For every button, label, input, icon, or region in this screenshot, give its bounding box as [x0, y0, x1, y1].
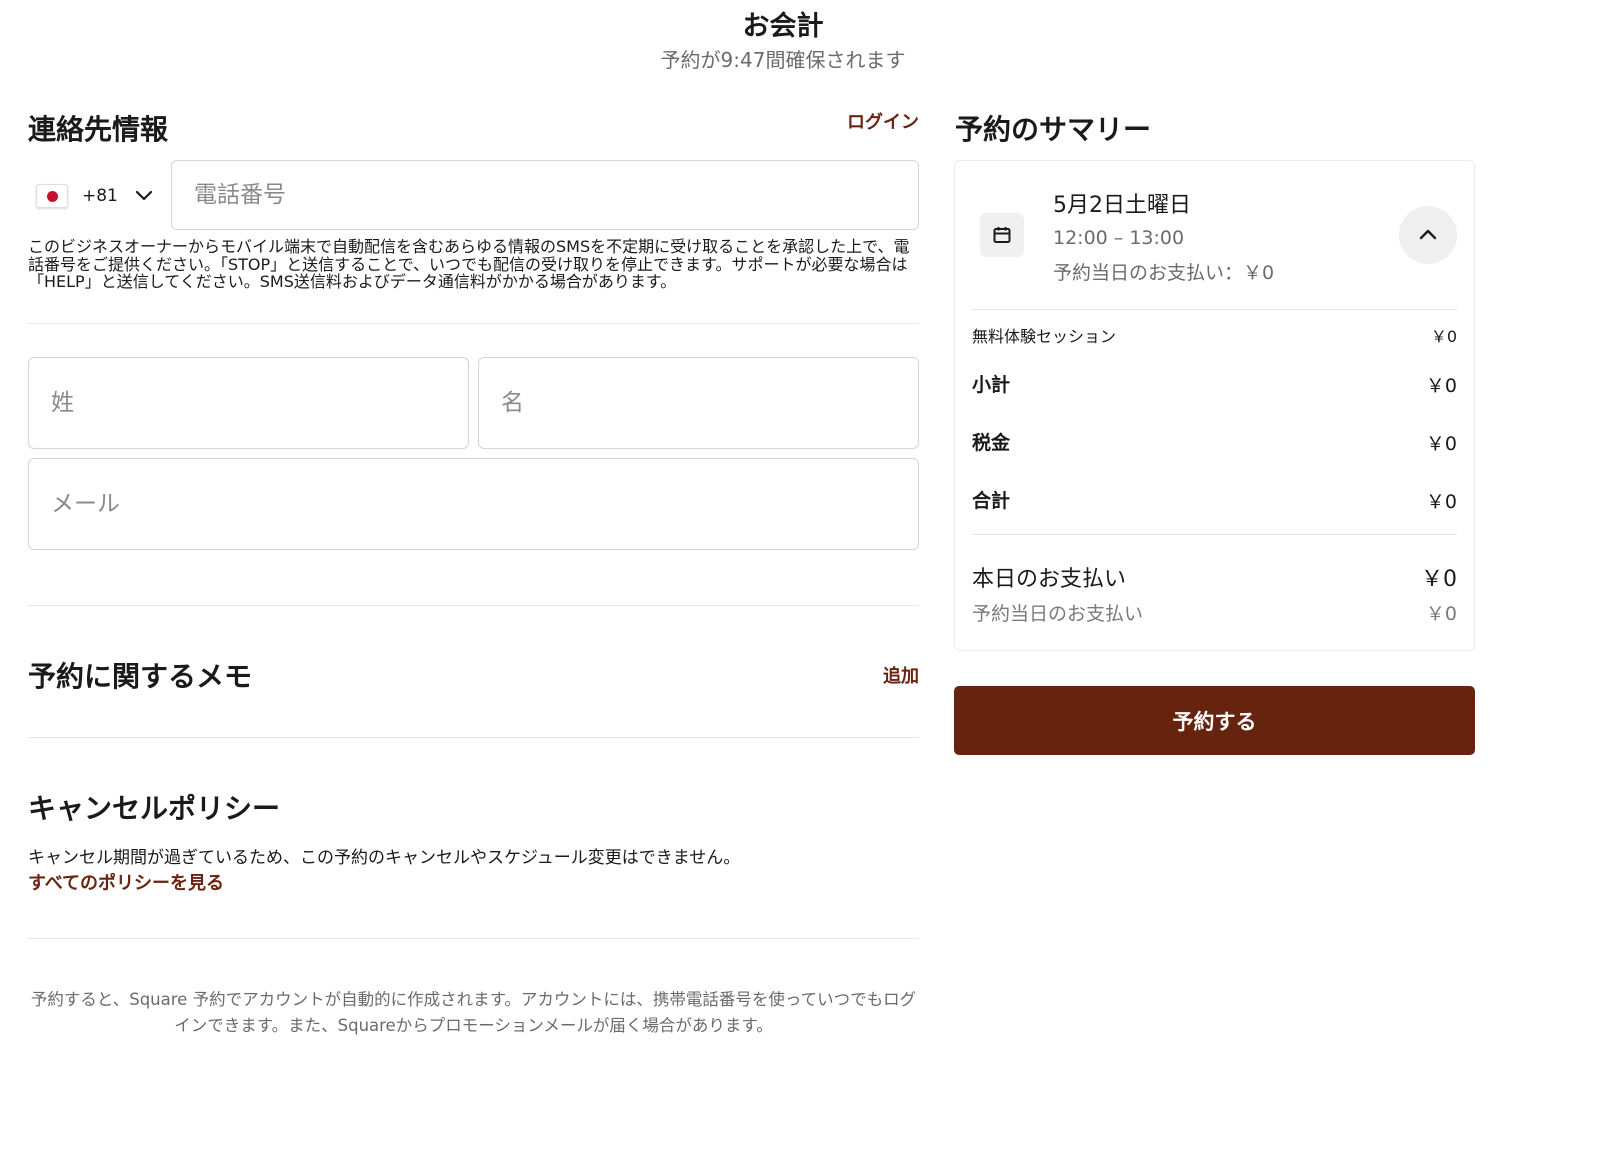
subtotal-label: 小計 [972, 374, 1011, 396]
contact-section-title: 連絡先情報 [28, 113, 169, 146]
tax-value: ￥0 [1425, 433, 1457, 455]
add-memo-link[interactable]: 追加 [883, 662, 919, 688]
on-day-payment-value: ￥0 [1425, 603, 1457, 625]
appointment-date: 5月2日土曜日 [1053, 193, 1191, 218]
phone-input[interactable] [171, 160, 919, 230]
item-price: ￥0 [1430, 327, 1457, 346]
first-name-input[interactable] [478, 357, 919, 449]
account-notice: 予約すると、Square 予約でアカウントが自動的に作成されます。アカウントには… [30, 990, 917, 1035]
sms-consent-text: このビジネスオーナーからモバイル端末で自動配信を含むあらゆる情報のSMSを不定期… [28, 237, 910, 291]
total-label: 合計 [972, 490, 1011, 512]
checkout-page: お会計 予約が9:47間確保されます 連絡先情報 ログイン +81 このビジネス… [0, 0, 1624, 1164]
login-link[interactable]: ログイン [847, 108, 919, 134]
tax-label: 税金 [972, 432, 1011, 454]
view-all-policies-link[interactable]: すべてのポリシーを見る [28, 869, 224, 895]
subtotal-value: ￥0 [1425, 375, 1457, 397]
divider [28, 737, 919, 738]
page-title: お会計 [742, 11, 824, 42]
dial-code: +81 [82, 186, 118, 206]
summary-title: 予約のサマリー [955, 113, 1152, 146]
last-name-input[interactable] [28, 357, 469, 449]
item-name: 無料体験セッション [972, 327, 1117, 346]
cancel-policy-title: キャンセルポリシー [28, 792, 281, 825]
cancel-policy-text: キャンセル期間が過ぎているため、この予約のキャンセルやスケジュール変更はできませ… [28, 848, 741, 868]
summary-divider [972, 309, 1457, 310]
country-code-selector[interactable]: +81 [36, 174, 158, 218]
divider [28, 605, 919, 606]
book-button[interactable]: 予約する [954, 686, 1475, 755]
on-day-payment-label: 予約当日のお支払い [972, 603, 1144, 625]
chevron-down-icon [135, 190, 152, 201]
appointment-due-on-day: 予約当日のお支払い：￥0 [1053, 262, 1275, 284]
total-value: ￥0 [1425, 491, 1457, 513]
today-payment-label: 本日のお支払い [972, 567, 1127, 592]
divider [28, 938, 919, 939]
appointment-time: 12:00 – 13:00 [1053, 227, 1185, 249]
hold-timer-text: 予約が9:47間確保されます [660, 48, 906, 72]
chevron-up-icon [1419, 229, 1437, 240]
calendar-icon [980, 213, 1024, 257]
summary-divider [972, 534, 1457, 535]
today-payment-value: ￥0 [1421, 567, 1457, 592]
divider [28, 323, 919, 324]
collapse-summary-button[interactable] [1399, 206, 1457, 264]
email-input[interactable] [28, 458, 919, 550]
memo-section-title: 予約に関するメモ [28, 660, 253, 693]
japan-flag-icon [36, 184, 68, 208]
